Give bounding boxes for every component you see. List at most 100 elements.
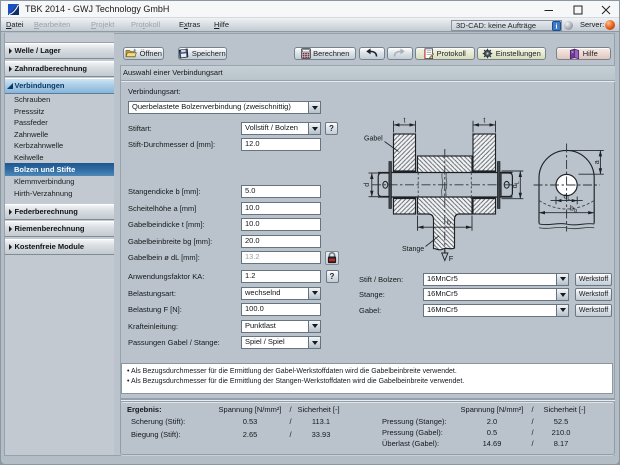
note-line: Als Bezugsdurchmesser für die Ermittlung… <box>127 377 612 387</box>
sidebar-divider <box>120 64 121 455</box>
sidebar-item-presssitz[interactable]: Presssitz <box>5 106 114 118</box>
gabelbeinbreite-input[interactable]: 20.0 <box>241 234 321 248</box>
dropdown-arrow-icon[interactable] <box>308 287 320 299</box>
help-book-icon <box>570 48 580 59</box>
stift-bolzen-werkstoff-button[interactable]: Werkstoff <box>575 272 612 286</box>
expanded-arrow-icon <box>6 83 13 89</box>
sicherheit-header-left: Sicherheit [-] <box>297 405 340 414</box>
dim-d-label: d <box>364 183 371 187</box>
dim-b-label: b <box>447 220 451 227</box>
sidebar-group-welle-lager[interactable]: Welle / Lager <box>5 43 114 59</box>
result-value: 0.5 <box>486 427 498 437</box>
belastung-label: Belastung F [N]: <box>128 305 182 314</box>
gabel-werkstoff-button[interactable]: Werkstoff <box>575 303 612 317</box>
protocol-button[interactable]: Protokoll <box>415 46 475 60</box>
redo-icon <box>394 48 406 57</box>
stift-durchmesser-label: Stift-Durchmesser d [mm]: <box>128 140 216 149</box>
calculator-icon <box>300 47 311 59</box>
stange-label: Stange <box>402 246 424 253</box>
calculate-button[interactable]: Berechnen <box>294 46 356 60</box>
slash: / <box>531 405 534 414</box>
verbindungsart-select[interactable]: Querbelastete Bolzenverbindung (zweischn… <box>128 101 321 114</box>
sidebar-group-riemenberechnung[interactable]: Riemenberechnung <box>5 220 114 237</box>
collapsed-arrow-icon <box>8 48 12 54</box>
server-status-indicator <box>605 20 615 30</box>
krafteinleitung-select[interactable]: Punktlast <box>241 319 321 333</box>
scheitelhoehe-input[interactable]: 10.0 <box>241 201 321 215</box>
sidebar-item-zahnwelle[interactable]: Zahnwelle <box>5 129 114 141</box>
anwendungsfaktor-input[interactable]: 1.2 <box>241 270 321 283</box>
gabelbeindicke-input[interactable]: 10.0 <box>241 218 321 231</box>
stangendicke-label: Stangendicke b [mm]: <box>128 187 201 196</box>
menu-extras[interactable]: Extras <box>179 18 200 31</box>
gabel-label: Gabel <box>364 135 383 142</box>
dropdown-arrow-icon[interactable] <box>556 273 568 285</box>
dropdown-arrow-icon[interactable] <box>308 320 320 332</box>
passungen-label: Passungen Gabel / Stange: <box>128 338 220 347</box>
verbindungsart-label: Verbindungsart: <box>128 86 181 96</box>
sidebar-item-schrauben[interactable]: Schrauben <box>5 94 114 106</box>
sidebar-item-hirth-verzahnung[interactable]: Hirth-Verzahnung <box>5 188 114 200</box>
passungen-select[interactable]: Spiel / Spiel <box>241 336 321 349</box>
result-value: 2.65 <box>242 429 258 439</box>
gabel-material-select[interactable]: 16MnCr5 <box>423 303 569 317</box>
sidebar-group-federberechnung[interactable]: Federberechnung <box>5 203 114 220</box>
dropdown-arrow-icon[interactable] <box>556 304 568 316</box>
stange-werkstoff-button[interactable]: Werkstoff <box>575 288 612 301</box>
stift-bolzen-material-label: Stift / Bolzen: <box>359 274 404 284</box>
sidebar-group-kostenfreie-module[interactable]: Kostenfreie Module <box>5 238 114 255</box>
sidebar-item-bolzen-und-stifte[interactable]: Bolzen und Stifte <box>5 163 114 177</box>
stange-material-select[interactable]: 16MnCr5 <box>423 288 569 301</box>
result-row-label: Überlast (Gabel): <box>382 438 440 448</box>
select-value: Spiel / Spiel <box>242 337 308 348</box>
stift-durchmesser-input[interactable]: 12.0 <box>241 138 321 151</box>
stiftart-help-button[interactable]: ? <box>325 122 338 135</box>
force-label: F <box>449 254 454 263</box>
info-icon[interactable]: i <box>551 20 561 31</box>
close-button[interactable] <box>595 1 617 18</box>
undo-icon <box>366 48 378 57</box>
select-value: Punktlast <box>242 320 308 332</box>
stift-bolzen-material-select[interactable]: 16MnCr5 <box>423 272 569 286</box>
cad-status-indicator <box>563 20 573 30</box>
anwendungsfaktor-help-button[interactable]: ? <box>325 270 339 283</box>
collapsed-arrow-icon <box>8 208 12 215</box>
select-value: wechselnd <box>242 287 308 299</box>
save-button[interactable]: Speichern <box>177 46 227 60</box>
belastungsart-label: Belastungsart: <box>128 288 176 298</box>
sidebar-item-klemmverbindung[interactable]: Klemmverbindung <box>5 176 114 188</box>
app-icon <box>8 4 19 15</box>
open-button[interactable]: Öffnen <box>123 46 164 60</box>
minimize-button[interactable] <box>538 1 560 18</box>
sidebar-item-passfeder[interactable]: Passfeder <box>5 117 114 129</box>
lock-button[interactable] <box>324 250 339 265</box>
sidebar-item-kerbzahnwelle[interactable]: Kerbzahnwelle <box>5 140 114 152</box>
server-label: Server: <box>580 20 605 29</box>
spannung-header-left: Spannung [N/mm²] <box>218 405 282 414</box>
sidebar-group-zahnradberechnung[interactable]: Zahnradberechnung <box>5 60 114 77</box>
menu-hilfe[interactable]: Hilfe <box>214 18 229 31</box>
results-title: Ergebnis: <box>127 405 162 414</box>
collapsed-arrow-icon <box>8 225 12 232</box>
belastung-input[interactable]: 100.0 <box>241 303 321 316</box>
stangendicke-input[interactable]: 5.0 <box>241 185 321 198</box>
result-value: 2.0 <box>486 416 498 426</box>
help-button[interactable]: Hilfe <box>556 46 611 60</box>
dropdown-arrow-icon[interactable] <box>308 337 320 348</box>
stiftart-select[interactable]: Vollstift / Bolzen <box>241 122 321 135</box>
cad-status: 3D-CAD: keine Aufträge <box>451 19 562 31</box>
maximize-button[interactable] <box>567 1 589 18</box>
result-row-label: Biegung (Stift): <box>131 429 181 439</box>
dropdown-arrow-icon[interactable] <box>308 123 320 134</box>
dropdown-arrow-icon[interactable] <box>556 289 568 300</box>
sidebar-item-keilwelle[interactable]: Keilwelle <box>5 152 114 164</box>
menu-datei[interactable]: Datei <box>6 18 24 31</box>
belastungsart-select[interactable]: wechselnd <box>241 286 321 300</box>
settings-button[interactable]: Einstellungen <box>477 46 546 60</box>
dropdown-arrow-icon[interactable] <box>308 102 320 113</box>
result-value: 210.0 <box>551 427 571 437</box>
select-value: Vollstift / Bolzen <box>242 123 308 134</box>
result-value: 113.1 <box>311 416 331 426</box>
undo-button[interactable] <box>358 46 385 60</box>
sidebar-group-verbindungen[interactable]: Verbindungen <box>5 78 114 94</box>
